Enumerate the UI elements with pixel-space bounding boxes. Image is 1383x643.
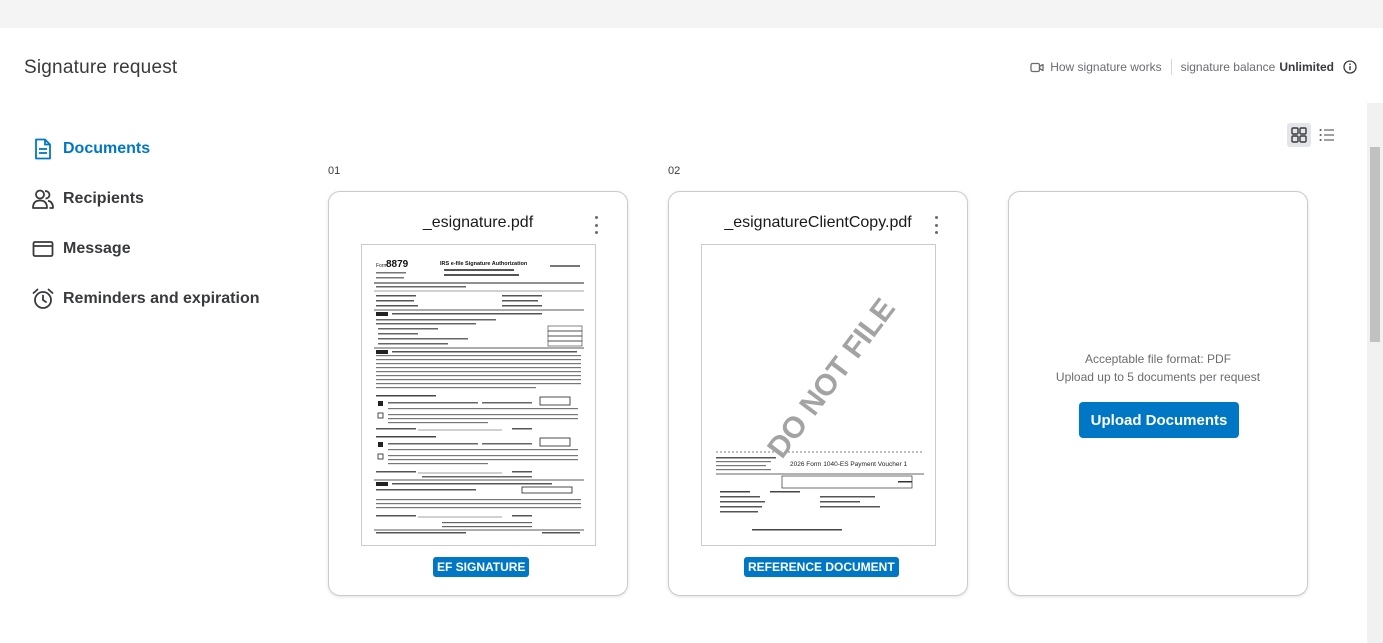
document-preview[interactable]: 2026 Form 1040-ES Payment Voucher 1 DO N… xyxy=(701,244,936,546)
header-actions: How signature works signature balance Un… xyxy=(1030,59,1357,75)
upload-limit-text: Upload up to 5 documents per request xyxy=(1055,370,1261,384)
alarm-clock-icon xyxy=(30,286,56,312)
sidebar-item-label: Message xyxy=(63,240,131,257)
document-preview[interactable]: Form 8879 IRS e-file Signature Authoriza… xyxy=(361,244,596,546)
info-icon[interactable] xyxy=(1343,60,1357,74)
list-icon xyxy=(1319,128,1335,142)
document-index: 02 xyxy=(668,165,681,177)
upload-documents-button[interactable]: Upload Documents xyxy=(1079,402,1239,438)
document-card: _esignatureClientCopy.pdf 2026 Form 1040… xyxy=(668,191,968,596)
upload-card: Acceptable file format: PDF Upload up to… xyxy=(1008,191,1308,596)
voucher-title: 2026 Form 1040-ES Payment Voucher 1 xyxy=(790,461,907,468)
sidebar-item-documents[interactable]: Documents xyxy=(30,124,260,174)
sidebar-item-recipients[interactable]: Recipients xyxy=(30,174,260,224)
grid-view-button[interactable] xyxy=(1287,123,1311,147)
document-filename: _esignatureClientCopy.pdf xyxy=(724,214,912,231)
form-8879-preview: Form 8879 IRS e-file Signature Authoriza… xyxy=(374,259,584,534)
sidebar-item-label: Recipients xyxy=(63,190,144,207)
sidebar-item-message[interactable]: Message xyxy=(30,224,260,274)
do-not-file-watermark: DO NOT FILE xyxy=(761,293,902,465)
signature-balance-value: Unlimited xyxy=(1279,60,1334,74)
how-signature-works-label: How signature works xyxy=(1050,60,1162,74)
document-type-badge: EF SIGNATURE xyxy=(433,557,530,577)
grid-icon xyxy=(1291,127,1307,143)
more-options-icon[interactable] xyxy=(591,216,601,234)
signature-balance-label: signature balance xyxy=(1180,60,1276,74)
sidebar-item-label: Reminders and expiration xyxy=(63,290,260,307)
voucher-preview: 2026 Form 1040-ES Payment Voucher 1 DO N… xyxy=(716,293,924,531)
header-divider xyxy=(1170,59,1172,75)
video-camera-icon xyxy=(1030,62,1044,73)
form-title: IRS e-file Signature Authorization xyxy=(440,261,528,267)
envelope-icon xyxy=(30,236,56,262)
people-icon xyxy=(30,186,56,212)
document-card: _esignature.pdf Form 8879 IRS e-file Sig… xyxy=(328,191,628,596)
file-format-text: Acceptable file format: PDF xyxy=(1084,352,1232,366)
form-number: 8879 xyxy=(386,259,409,270)
more-options-icon[interactable] xyxy=(931,216,941,234)
scrollbar[interactable] xyxy=(1367,103,1383,643)
document-filename: _esignature.pdf xyxy=(422,214,534,231)
document-icon xyxy=(30,136,56,162)
view-toggle xyxy=(1287,123,1339,147)
page-title: Signature request xyxy=(24,57,178,78)
document-type-badge: REFERENCE DOCUMENT xyxy=(744,557,899,577)
sidebar-item-label: Documents xyxy=(63,140,151,157)
how-signature-works-link[interactable]: How signature works xyxy=(1030,60,1162,74)
top-bar xyxy=(0,0,1383,28)
list-view-button[interactable] xyxy=(1315,123,1339,147)
document-index: 01 xyxy=(328,165,341,177)
sidebar-nav: Documents Recipients Message Reminders a… xyxy=(30,124,260,324)
scrollbar-thumb[interactable] xyxy=(1370,147,1380,342)
sidebar-item-reminders[interactable]: Reminders and expiration xyxy=(30,274,260,324)
